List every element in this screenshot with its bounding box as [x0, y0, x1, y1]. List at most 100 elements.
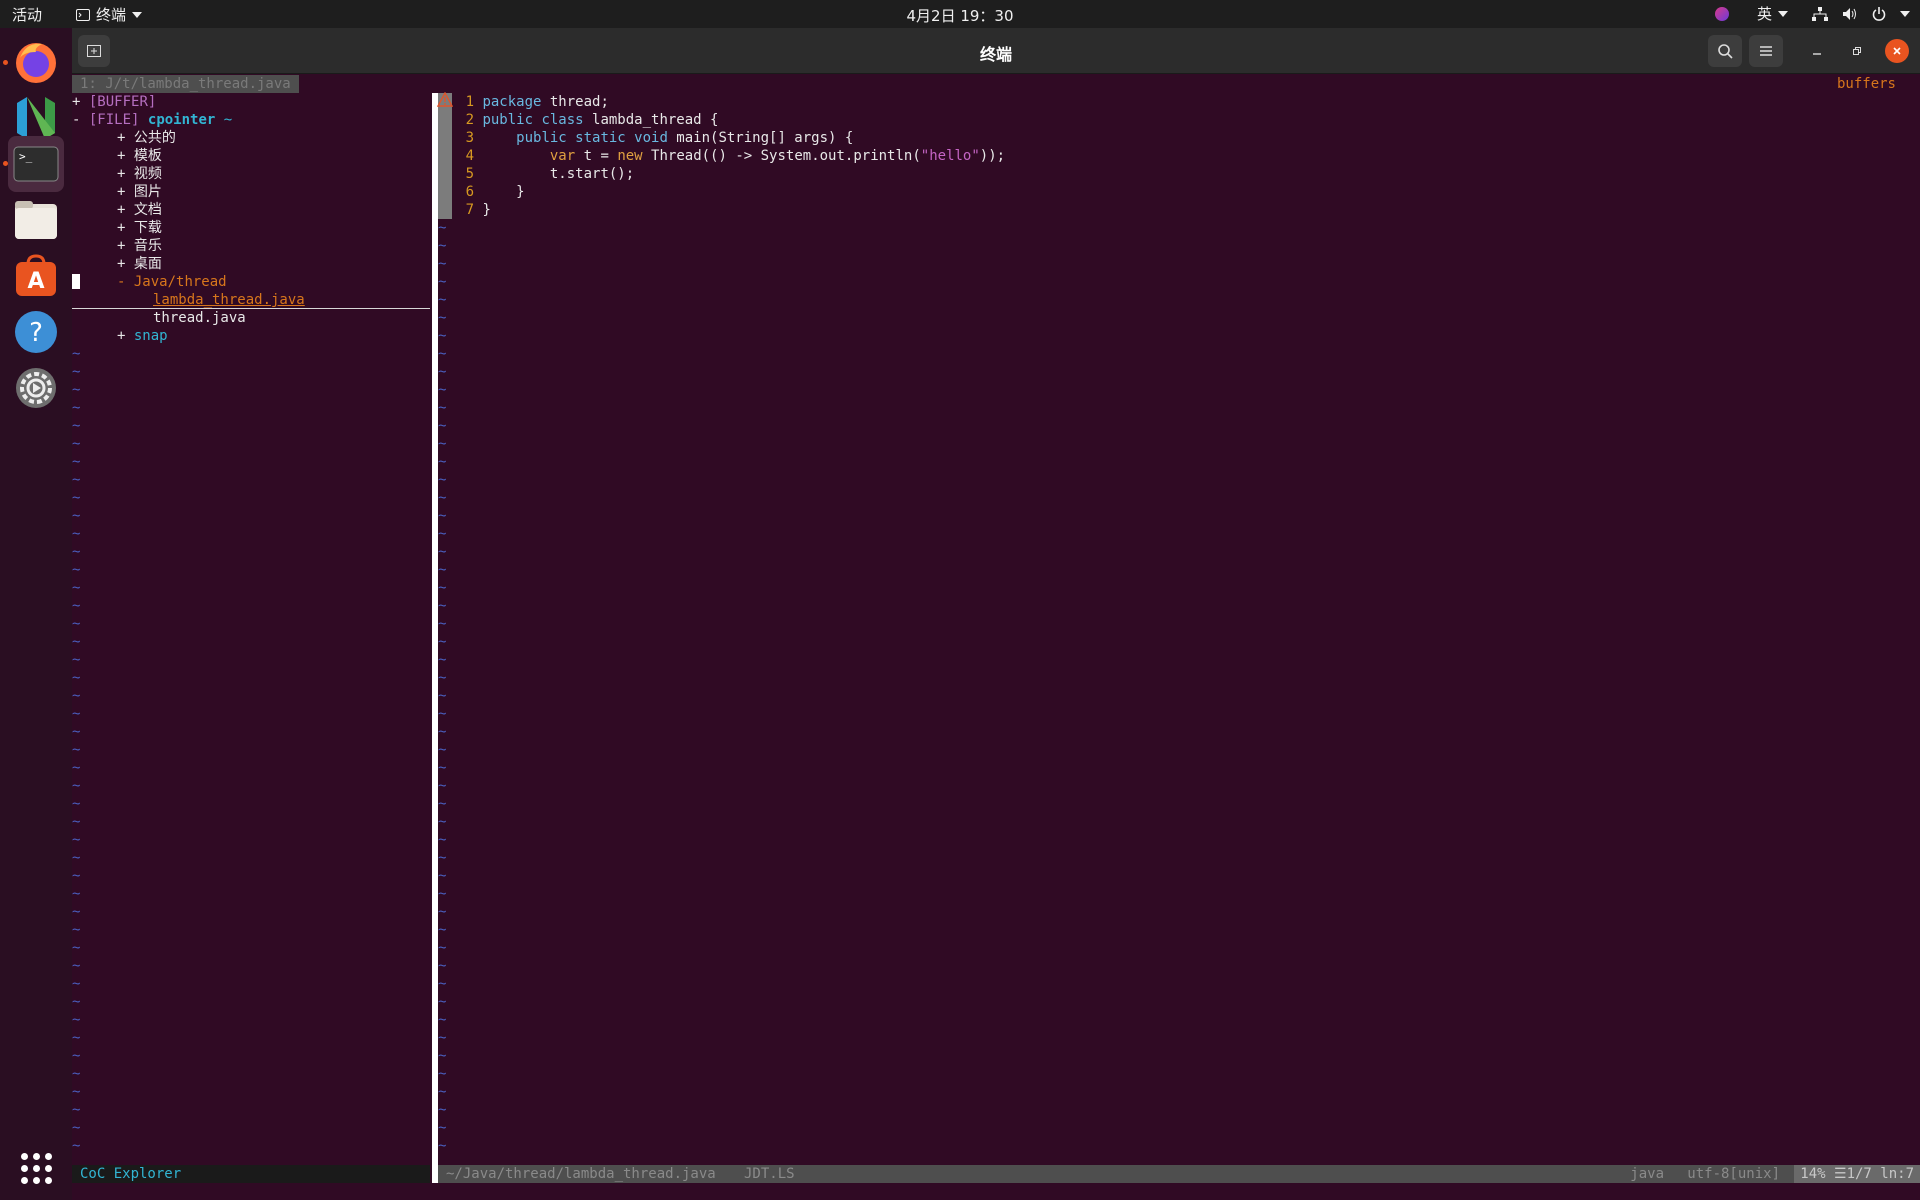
status-encoding: utf-8[unix]	[1687, 1166, 1780, 1182]
hamburger-icon	[1760, 46, 1772, 56]
activities-button[interactable]: 活动	[12, 4, 42, 25]
eob-tilde: ~	[72, 940, 81, 956]
eob-tilde: ~	[438, 1138, 447, 1154]
tree-dir-item[interactable]: + 视频	[117, 165, 162, 183]
eob-tilde: ~	[438, 544, 447, 560]
new-tab-button[interactable]	[78, 35, 110, 67]
tree-dir-snap[interactable]: + snap	[117, 327, 168, 345]
eob-tilde: ~	[438, 850, 447, 866]
eob-tilde: ~	[438, 1066, 447, 1082]
eob-tilde: ~	[72, 490, 81, 506]
menu-button[interactable]	[1749, 35, 1783, 67]
eob-tilde: ~	[72, 598, 81, 614]
volume-icon[interactable]	[1842, 7, 1858, 21]
tabline-buffers-label: buffers	[1836, 76, 1896, 92]
eob-tilde: ~	[72, 634, 81, 650]
eob-tilde: ~	[72, 1048, 81, 1064]
explorer-statusline: CoC Explorer	[72, 1165, 430, 1183]
eob-tilde: ~	[438, 814, 447, 830]
eob-tilde: ~	[438, 904, 447, 920]
tree-dir-item[interactable]: + 文档	[117, 201, 162, 219]
eob-tilde: ~	[72, 904, 81, 920]
tree-dir-item[interactable]: + 模板	[117, 147, 162, 165]
tree-file-selected[interactable]: lambda_thread.java	[153, 291, 305, 309]
tree-dir-item[interactable]: + 下载	[117, 219, 162, 237]
eob-tilde: ~	[72, 1084, 81, 1100]
code-line: 1 package thread;	[465, 94, 609, 110]
settings-icon[interactable]	[8, 360, 64, 416]
files-icon[interactable]	[8, 192, 64, 248]
eob-tilde: ~	[72, 1066, 81, 1082]
eob-tilde: ~	[72, 760, 81, 776]
app-menu[interactable]: 终端	[76, 4, 143, 25]
terminal-content[interactable]: 1: J/t/lambda_thread.java buffers + [BUF…	[72, 75, 1920, 1200]
eob-tilde: ~	[72, 670, 81, 686]
tree-dir-item[interactable]: + 公共的	[117, 129, 176, 147]
eob-tilde: ~	[438, 958, 447, 974]
software-icon[interactable]: A	[8, 248, 64, 304]
eob-tilde: ~	[72, 814, 81, 830]
eob-tilde: ~	[438, 760, 447, 776]
tree-dir-item[interactable]: + 图片	[117, 183, 162, 201]
minimize-button[interactable]	[1805, 39, 1829, 63]
tree-file-item[interactable]: thread.java	[153, 309, 246, 327]
eob-tilde: ~	[438, 742, 447, 758]
eob-tilde: ~	[438, 292, 447, 308]
eob-tilde: ~	[438, 418, 447, 434]
eob-tilde: ~	[438, 994, 447, 1010]
eob-tilde: ~	[438, 1030, 447, 1046]
eob-tilde: ~	[72, 580, 81, 596]
input-method-menu[interactable]: 英	[1757, 3, 1788, 24]
eob-tilde: ~	[72, 454, 81, 470]
tree-dir-item[interactable]: + 音乐	[117, 237, 162, 255]
close-icon	[1893, 47, 1901, 55]
eob-tilde: ~	[438, 1102, 447, 1118]
maximize-button[interactable]	[1845, 39, 1869, 63]
chevron-down-icon	[132, 11, 143, 18]
eob-tilde: ~	[438, 364, 447, 380]
terminal-window: 终端 1: J/t/lambda_thread.java buffers + […	[72, 28, 1920, 1200]
close-button[interactable]	[1885, 39, 1909, 63]
eob-tilde: ~	[72, 832, 81, 848]
status-filetype: java	[1630, 1166, 1664, 1182]
eob-tilde: ~	[438, 562, 447, 578]
warning-icon[interactable]	[437, 92, 453, 108]
search-button[interactable]	[1708, 35, 1742, 67]
eob-tilde: ~	[72, 850, 81, 866]
tree-dir-item[interactable]: + 桌面	[117, 255, 162, 273]
eob-tilde: ~	[72, 472, 81, 488]
eob-tilde: ~	[438, 346, 447, 362]
chevron-down-icon[interactable]	[1900, 10, 1910, 17]
indicator-app-icon[interactable]	[1714, 6, 1729, 21]
terminal-icon[interactable]: >_	[8, 136, 64, 192]
status-language-server: JDT.LS	[744, 1166, 795, 1182]
eob-tilde: ~	[72, 778, 81, 794]
file-source-row[interactable]: - [FILE] cpointer ~	[72, 111, 232, 129]
top-bar: 活动 终端 4月2日 19：30 英	[0, 0, 1920, 28]
code-line: 3 public static void main(String[] args)…	[465, 130, 854, 146]
buffer-source-row[interactable]: + [BUFFER]	[72, 93, 156, 111]
network-icon[interactable]	[1812, 6, 1828, 21]
show-apps-icon[interactable]	[8, 1140, 64, 1196]
help-icon[interactable]: ?	[8, 304, 64, 360]
eob-tilde: ~	[438, 922, 447, 938]
tabline-tab[interactable]: 1: J/t/lambda_thread.java	[72, 75, 299, 93]
eob-tilde: ~	[72, 706, 81, 722]
eob-tilde: ~	[72, 1102, 81, 1118]
eob-tilde: ~	[72, 742, 81, 758]
clock[interactable]: 4月2日 19：30	[0, 5, 1920, 26]
coc-explorer-pane[interactable]: + [BUFFER] - [FILE] cpointer ~ + 公共的 + 模…	[72, 93, 430, 1165]
eob-tilde: ~	[72, 346, 81, 362]
eob-tilde: ~	[72, 724, 81, 740]
firefox-icon[interactable]	[8, 34, 64, 90]
tree-dir-java-thread[interactable]: - Java/thread	[117, 273, 227, 291]
power-icon[interactable]	[1872, 6, 1886, 21]
eob-tilde: ~	[438, 778, 447, 794]
editor-pane[interactable]: 1 package thread; 2 public class lambda_…	[437, 92, 1920, 1165]
code-line: 4 var t = new Thread(() -> System.out.pr…	[465, 148, 1006, 164]
code-line: 6 }	[465, 184, 525, 200]
eob-tilde: ~	[438, 1012, 447, 1028]
eob-tilde: ~	[72, 886, 81, 902]
eob-tilde: ~	[438, 1084, 447, 1100]
eob-tilde: ~	[72, 994, 81, 1010]
